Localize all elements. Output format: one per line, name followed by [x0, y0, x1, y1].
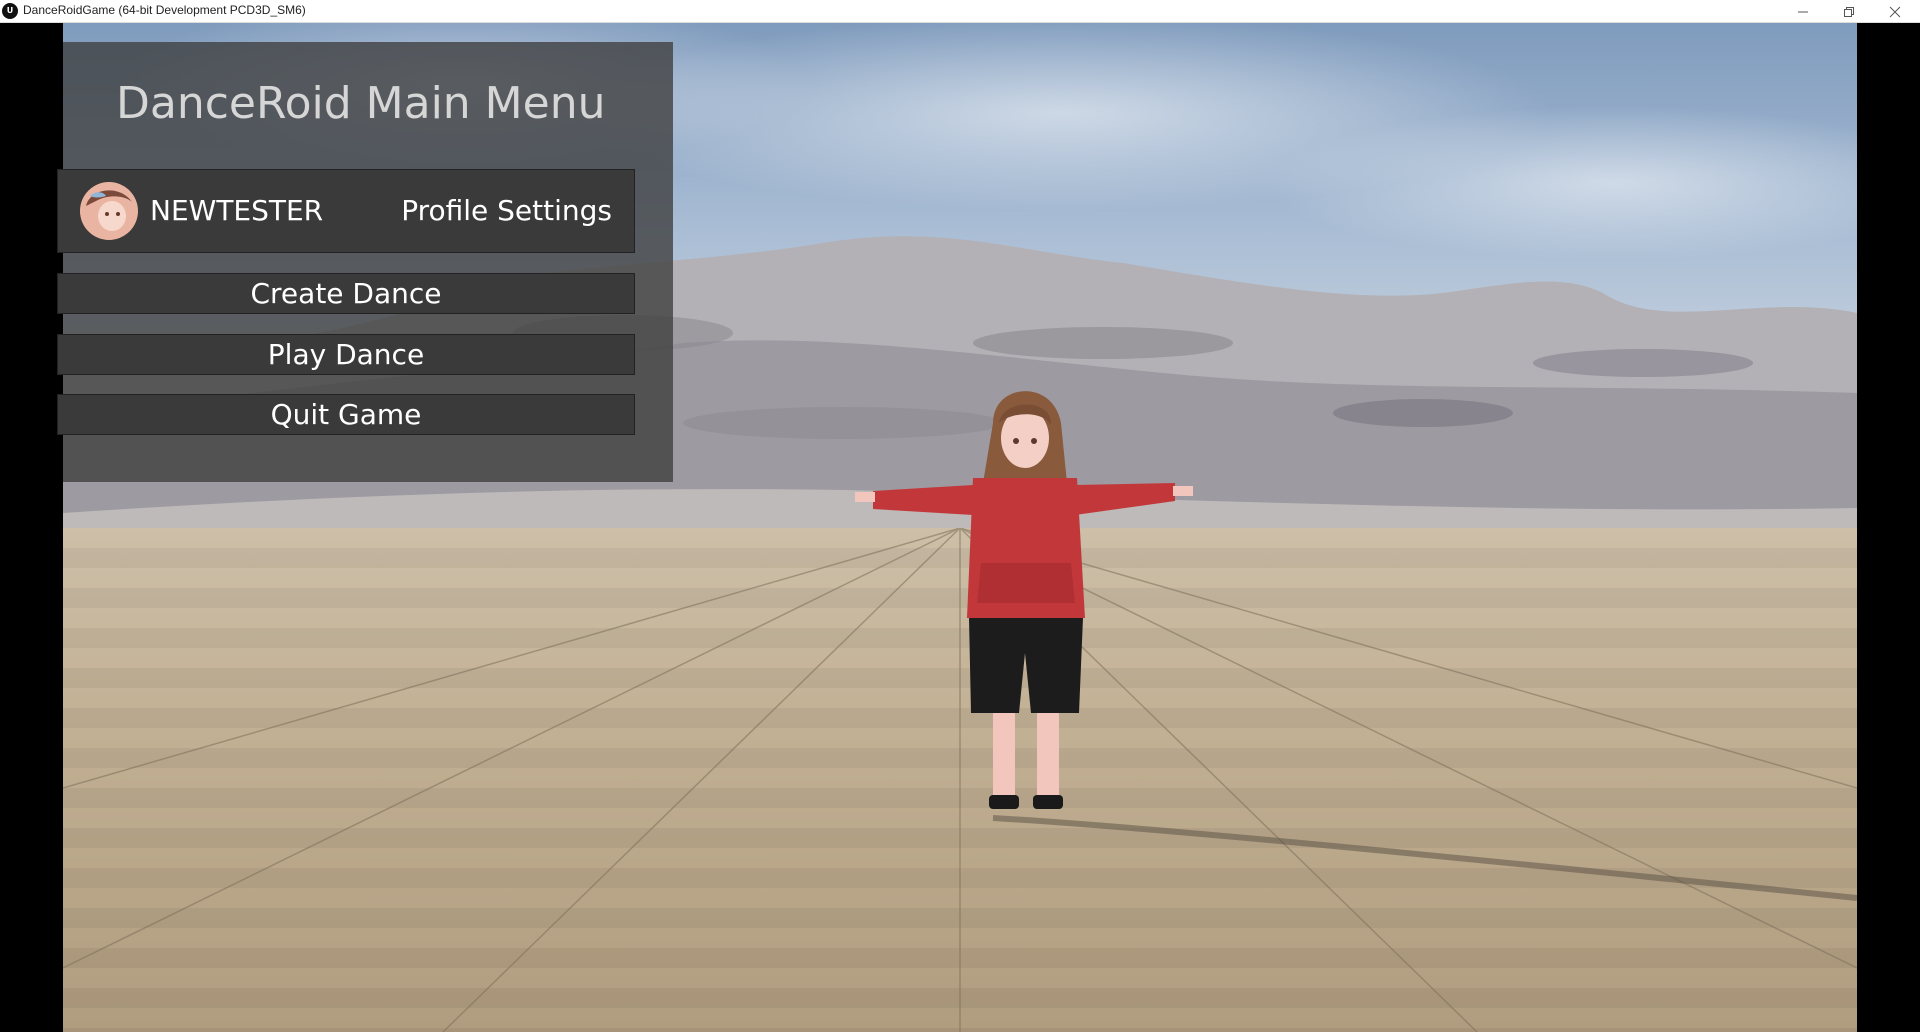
restore-icon	[1844, 7, 1854, 17]
quit-game-button[interactable]: Quit Game	[57, 394, 635, 435]
close-button[interactable]	[1872, 0, 1918, 23]
unreal-engine-icon: U	[2, 3, 18, 19]
menu-title: DanceRoid Main Menu	[116, 78, 606, 129]
play-dance-button[interactable]: Play Dance	[57, 334, 635, 375]
minimize-button[interactable]	[1780, 0, 1826, 23]
window-titlebar: U DanceRoidGame (64-bit Development PCD3…	[0, 0, 1920, 23]
dancer-character	[855, 391, 1193, 809]
avatar[interactable]	[80, 182, 138, 240]
minimize-icon	[1798, 11, 1808, 13]
restore-button[interactable]	[1826, 0, 1872, 23]
create-dance-button[interactable]: Create Dance	[57, 273, 635, 314]
avatar-image	[80, 182, 138, 240]
profile-settings-button[interactable]: Profile Settings	[401, 194, 612, 227]
profile-bar: NEWTESTER Profile Settings	[57, 169, 635, 253]
profile-username: NEWTESTER	[150, 194, 324, 227]
window-title: DanceRoidGame (64-bit Development PCD3D_…	[23, 3, 306, 17]
close-icon	[1889, 6, 1901, 18]
